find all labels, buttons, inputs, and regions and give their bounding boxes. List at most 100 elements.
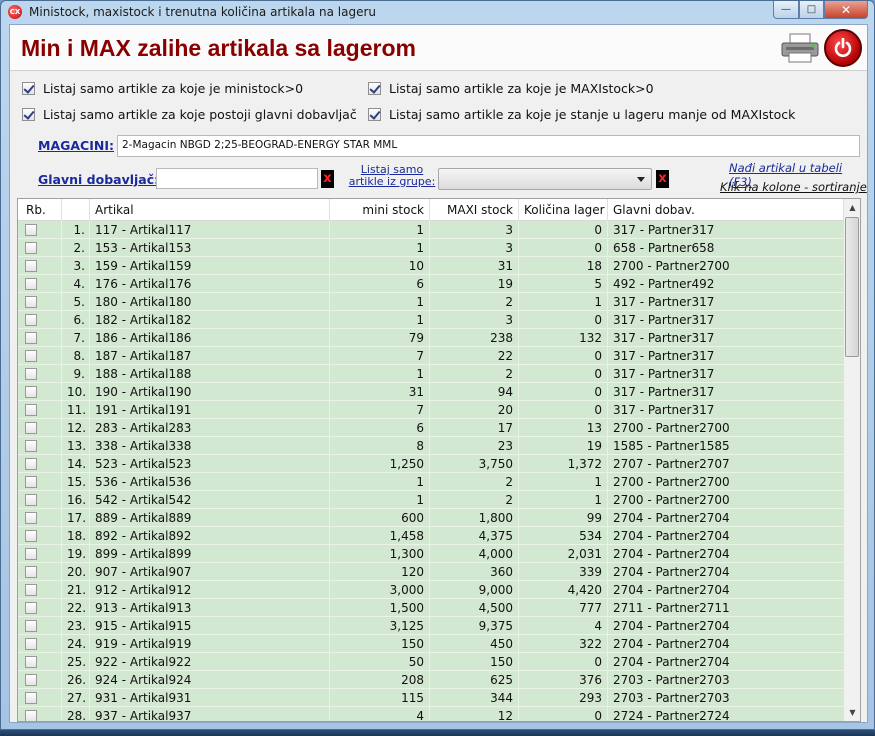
row-select-cell[interactable] — [18, 221, 62, 239]
scroll-down-icon[interactable]: ▼ — [844, 704, 860, 721]
row-select-cell[interactable] — [18, 365, 62, 383]
row-select-cell[interactable] — [18, 707, 62, 721]
row-select-cell[interactable] — [18, 635, 62, 653]
row-select-cell[interactable] — [18, 383, 62, 401]
row-select-cell[interactable] — [18, 437, 62, 455]
sort-hint-link[interactable]: Klik na kolone - sortiranje — [720, 180, 867, 194]
table-row[interactable]: 1. 117 - Artikal117 1 3 0 317 - Partner317 — [18, 221, 844, 239]
table-row[interactable]: 17. 889 - Artikal889 600 1,800 99 2704 - Part… — [18, 509, 844, 527]
row-select-cell[interactable] — [18, 293, 62, 311]
table-row[interactable]: 12. 283 - Artikal283 6 17 13 2700 - Partner27… — [18, 419, 844, 437]
row-select-cell[interactable] — [18, 455, 62, 473]
row-select-cell[interactable] — [18, 689, 62, 707]
table-row[interactable]: 16. 542 - Artikal542 1 2 1 2700 - Partner2700 — [18, 491, 844, 509]
row-select-cell[interactable] — [18, 491, 62, 509]
row-select-cell[interactable] — [18, 617, 62, 635]
row-checkbox[interactable] — [25, 476, 37, 488]
table-row[interactable]: 2. 153 - Artikal153 1 3 0 658 - Partner658 — [18, 239, 844, 257]
row-checkbox[interactable] — [25, 368, 37, 380]
row-checkbox[interactable] — [25, 458, 37, 470]
row-select-cell[interactable] — [18, 527, 62, 545]
row-checkbox[interactable] — [25, 620, 37, 632]
row-select-cell[interactable] — [18, 599, 62, 617]
vertical-scrollbar[interactable]: ▲ ▼ — [843, 199, 860, 721]
printer-icon[interactable] — [780, 33, 820, 63]
glavni-dobavljac-link[interactable]: Glavni dobavljač: — [38, 172, 159, 187]
filter-maxistock[interactable]: Listaj samo artikle za koje je MAXIstock… — [368, 81, 654, 96]
row-select-cell[interactable] — [18, 545, 62, 563]
table-row[interactable]: 8. 187 - Artikal187 7 22 0 317 - Partner317 — [18, 347, 844, 365]
table-row[interactable]: 5. 180 - Artikal180 1 2 1 317 - Partner317 — [18, 293, 844, 311]
table-row[interactable]: 3. 159 - Artikal159 10 31 18 2700 - Partner27… — [18, 257, 844, 275]
row-select-cell[interactable] — [18, 275, 62, 293]
grupe-dropdown[interactable] — [438, 168, 652, 190]
col-artikal-header[interactable]: Artikal — [90, 199, 330, 221]
row-select-cell[interactable] — [18, 671, 62, 689]
row-checkbox[interactable] — [25, 332, 37, 344]
table-row[interactable]: 19. 899 - Artikal899 1,300 4,000 2,031 2704 -… — [18, 545, 844, 563]
row-checkbox[interactable] — [25, 638, 37, 650]
row-checkbox[interactable] — [25, 422, 37, 434]
row-checkbox[interactable] — [25, 260, 37, 272]
row-select-cell[interactable] — [18, 257, 62, 275]
row-checkbox[interactable] — [25, 242, 37, 254]
magacini-field[interactable]: 2-Magacin NBGD 2;25-BEOGRAD-ENERGY STAR … — [117, 135, 860, 157]
row-checkbox[interactable] — [25, 692, 37, 704]
row-select-cell[interactable] — [18, 509, 62, 527]
table-row[interactable]: 25. 922 - Artikal922 50 150 0 2704 - Partner2… — [18, 653, 844, 671]
table-row[interactable]: 21. 912 - Artikal912 3,000 9,000 4,420 2704 -… — [18, 581, 844, 599]
articles-table[interactable]: Rb. Artikal mini stock MAXI stock Količi… — [17, 198, 861, 722]
row-checkbox[interactable] — [25, 224, 37, 236]
row-select-cell[interactable] — [18, 653, 62, 671]
row-checkbox[interactable] — [25, 314, 37, 326]
maximize-button[interactable]: □ — [799, 1, 824, 19]
magacini-link[interactable]: MAGACINI: — [38, 138, 114, 153]
row-checkbox[interactable] — [25, 530, 37, 542]
table-row[interactable]: 13. 338 - Artikal338 8 23 19 1585 - Partner15… — [18, 437, 844, 455]
row-select-cell[interactable] — [18, 563, 62, 581]
table-row[interactable]: 11. 191 - Artikal191 7 20 0 317 - Partner317 — [18, 401, 844, 419]
table-row[interactable]: 14. 523 - Artikal523 1,250 3,750 1,372 2707 -… — [18, 455, 844, 473]
row-checkbox[interactable] — [25, 386, 37, 398]
row-checkbox[interactable] — [25, 512, 37, 524]
title-bar[interactable]: CX Ministock, maxistock i trenutna količ… — [1, 1, 874, 23]
filter-stanje-manje[interactable]: Listaj samo artikle za koje je stanje u … — [368, 107, 795, 122]
row-select-cell[interactable] — [18, 329, 62, 347]
row-select-cell[interactable] — [18, 419, 62, 437]
grupe-link[interactable]: Listaj samo artikle iz grupe: — [348, 164, 436, 188]
row-checkbox[interactable] — [25, 566, 37, 578]
table-row[interactable]: 7. 186 - Artikal186 79 238 132 317 - Partner3… — [18, 329, 844, 347]
table-row[interactable]: 15. 536 - Artikal536 1 2 1 2700 - Partner2700 — [18, 473, 844, 491]
table-row[interactable]: 18. 892 - Artikal892 1,458 4,375 534 2704 - P… — [18, 527, 844, 545]
row-select-cell[interactable] — [18, 401, 62, 419]
glavni-dobavljac-checkbox[interactable] — [22, 108, 35, 121]
col-maxistock-header[interactable]: MAXI stock — [430, 199, 519, 221]
table-row[interactable]: 22. 913 - Artikal913 1,500 4,500 777 2711 - P… — [18, 599, 844, 617]
table-row[interactable]: 4. 176 - Artikal176 6 19 5 492 - Partner492 — [18, 275, 844, 293]
ministock-checkbox[interactable] — [22, 82, 35, 95]
table-row[interactable]: 23. 915 - Artikal915 3,125 9,375 4 2704 - Par… — [18, 617, 844, 635]
exit-power-icon[interactable] — [824, 29, 862, 67]
row-checkbox[interactable] — [25, 656, 37, 668]
table-row[interactable]: 9. 188 - Artikal188 1 2 0 317 - Partner317 — [18, 365, 844, 383]
row-checkbox[interactable] — [25, 278, 37, 290]
table-row[interactable]: 26. 924 - Artikal924 208 625 376 2703 - Partn… — [18, 671, 844, 689]
maxistock-checkbox[interactable] — [368, 82, 381, 95]
stanje-manje-checkbox[interactable] — [368, 108, 381, 121]
row-checkbox[interactable] — [25, 584, 37, 596]
row-select-cell[interactable] — [18, 581, 62, 599]
glavni-dobavljac-input[interactable] — [156, 168, 318, 189]
scroll-thumb[interactable] — [845, 217, 859, 357]
table-row[interactable]: 6. 182 - Artikal182 1 3 0 317 - Partner317 — [18, 311, 844, 329]
row-checkbox[interactable] — [25, 494, 37, 506]
row-select-cell[interactable] — [18, 239, 62, 257]
minimize-button[interactable]: — — [773, 1, 799, 19]
row-checkbox[interactable] — [25, 350, 37, 362]
col-dobavljac-header[interactable]: Glavni dobav. — [608, 199, 844, 221]
row-checkbox[interactable] — [25, 296, 37, 308]
clear-dobavljac-button[interactable]: x — [321, 170, 334, 188]
filter-ministock[interactable]: Listaj samo artikle za koje je ministock… — [22, 81, 303, 96]
row-checkbox[interactable] — [25, 710, 37, 721]
col-ministock-header[interactable]: mini stock — [330, 199, 430, 221]
clear-grupe-button[interactable]: x — [656, 170, 669, 188]
